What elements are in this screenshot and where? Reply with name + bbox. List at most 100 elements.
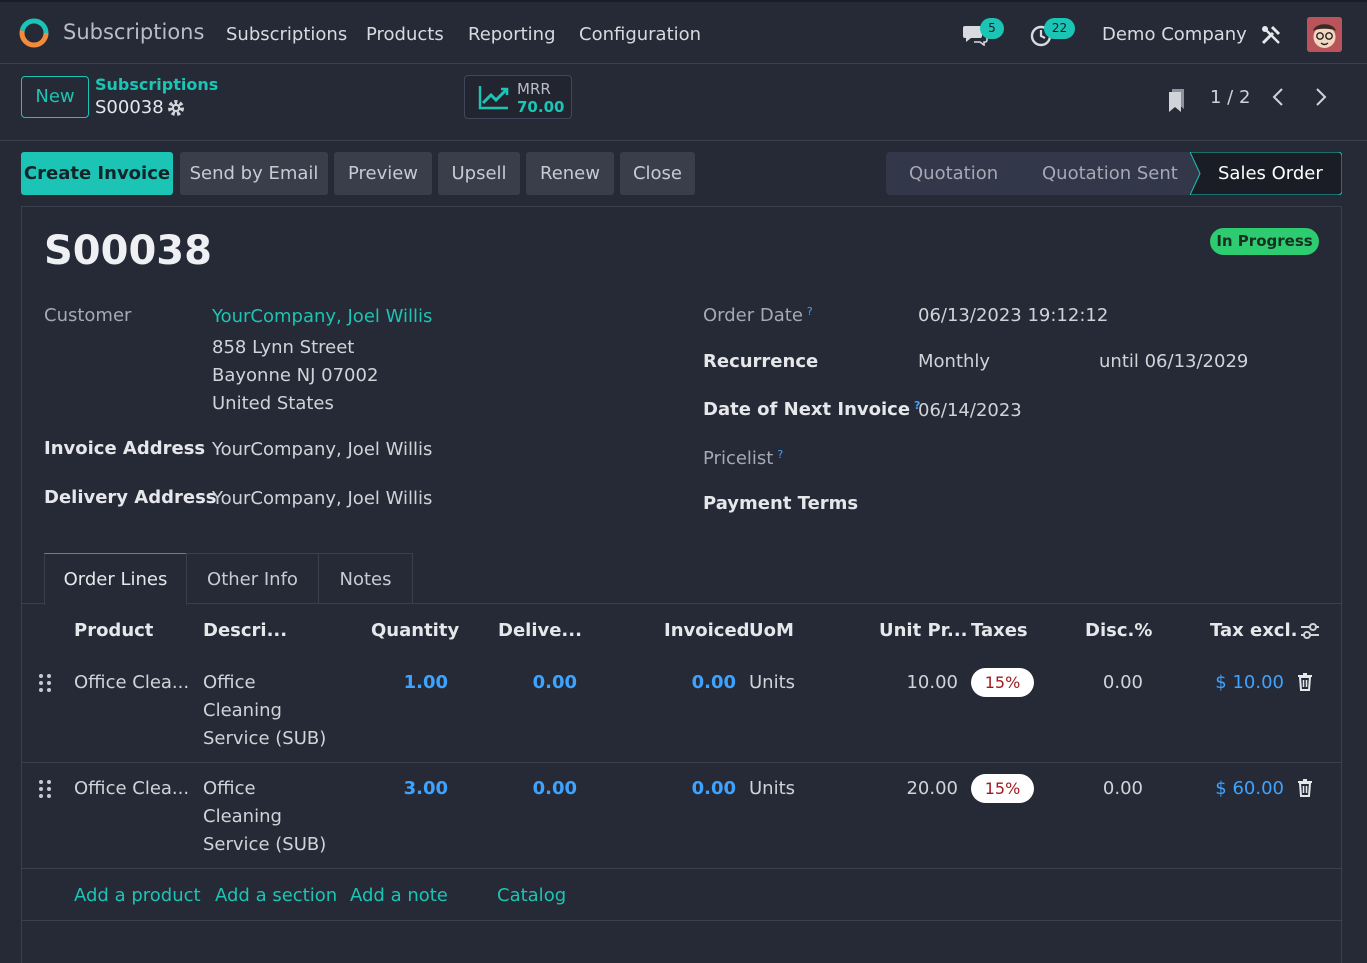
col-unit-price[interactable]: Unit Pr... <box>879 620 968 641</box>
pricelist-help-icon[interactable]: ? <box>777 448 783 461</box>
col-description[interactable]: Descri... <box>203 620 287 641</box>
record-title: S00038 <box>44 228 212 274</box>
row-description-line[interactable]: Cleaning <box>203 700 282 721</box>
row-unit-price[interactable]: 20.00 <box>880 778 958 799</box>
next-invoice-label-text: Date of Next Invoice <box>703 399 911 420</box>
row-delivered[interactable]: 0.00 <box>508 672 577 693</box>
catalog-link[interactable]: Catalog <box>497 885 566 906</box>
top-navbar: Subscriptions Subscriptions Products Rep… <box>0 0 1367 64</box>
tab-order-lines[interactable]: Order Lines <box>44 553 187 605</box>
customer-name-link[interactable]: YourCompany, Joel Willis <box>212 306 432 327</box>
row-product[interactable]: Office Clea... <box>74 672 189 693</box>
row-description-line[interactable]: Service (SUB) <box>203 834 326 855</box>
order-date-label-text: Order Date <box>703 305 803 326</box>
add-note-link[interactable]: Add a note <box>350 885 448 906</box>
delivery-address-label: Delivery Address <box>44 487 217 508</box>
delivery-address-field[interactable]: YourCompany, Joel Willis <box>212 488 432 509</box>
next-invoice-field[interactable]: 06/14/2023 <box>918 400 1022 421</box>
row-unit-price[interactable]: 10.00 <box>880 672 958 693</box>
row-delivered[interactable]: 0.00 <box>508 778 577 799</box>
close-button[interactable]: Close <box>620 152 695 195</box>
mrr-label: MRR <box>517 80 551 98</box>
menu-subscriptions[interactable]: Subscriptions <box>226 24 347 45</box>
breadcrumb-parent[interactable]: Subscriptions <box>95 75 218 94</box>
status-bar: Quotation Quotation Sent Sales Order <box>886 151 1343 196</box>
renew-button[interactable]: Renew <box>526 152 614 195</box>
row-uom[interactable]: Units <box>749 778 795 799</box>
optional-columns-icon[interactable] <box>1299 621 1321 646</box>
row-divider <box>22 762 1342 763</box>
menu-configuration[interactable]: Configuration <box>579 24 701 45</box>
row-invoiced[interactable]: 0.00 <box>668 778 736 799</box>
row-description-line[interactable]: Service (SUB) <box>203 728 326 749</box>
trash-icon[interactable] <box>1297 673 1313 696</box>
row-discount[interactable]: 0.00 <box>1070 672 1143 693</box>
col-uom[interactable]: UoM <box>749 620 794 641</box>
customer-label: Customer <box>44 305 132 326</box>
status-ribbon: In Progress <box>1210 228 1319 255</box>
company-switcher[interactable]: Demo Company <box>1102 24 1247 45</box>
create-invoice-button[interactable]: Create Invoice <box>21 152 173 195</box>
tab-other-info[interactable]: Other Info <box>186 553 319 604</box>
row-description-line[interactable]: Office <box>203 778 256 799</box>
preview-button[interactable]: Preview <box>334 152 432 195</box>
stage-quotation[interactable]: Quotation <box>909 152 998 195</box>
mrr-stat-button[interactable]: MRR 70.00 <box>464 75 572 119</box>
chart-line-icon <box>478 84 510 115</box>
row-tax-badge[interactable]: 15% <box>971 774 1034 803</box>
col-tax-excl[interactable]: Tax excl. <box>1210 620 1297 641</box>
menu-reporting[interactable]: Reporting <box>468 24 556 45</box>
col-taxes[interactable]: Taxes <box>971 620 1028 641</box>
pricelist-label-text: Pricelist <box>703 448 774 469</box>
stage-sales-order[interactable]: Sales Order <box>1218 152 1323 195</box>
order-date-help-icon[interactable]: ? <box>807 305 813 318</box>
tab-notes[interactable]: Notes <box>318 553 413 604</box>
app-title[interactable]: Subscriptions <box>63 20 204 44</box>
drag-handle-icon[interactable] <box>38 779 52 804</box>
col-delivered[interactable]: Delive... <box>498 620 582 641</box>
new-button[interactable]: New <box>21 76 89 118</box>
row-tax-badge[interactable]: 15% <box>971 668 1034 697</box>
col-product[interactable]: Product <box>74 620 153 641</box>
table-footer-divider <box>22 920 1342 921</box>
row-subtotal: $ 10.00 <box>1215 672 1284 693</box>
trash-icon[interactable] <box>1297 779 1313 802</box>
app-logo-icon[interactable] <box>18 16 50 55</box>
pager-previous-icon[interactable] <box>1270 86 1286 113</box>
mrr-value: 70.00 <box>517 98 565 116</box>
recurrence-until-field[interactable]: until 06/13/2029 <box>1099 351 1248 372</box>
gear-icon[interactable] <box>167 99 185 122</box>
drag-handle-icon[interactable] <box>38 673 52 698</box>
row-invoiced[interactable]: 0.00 <box>668 672 736 693</box>
row-description-line[interactable]: Office <box>203 672 256 693</box>
customer-address-country: United States <box>212 393 334 414</box>
next-invoice-label: Date of Next Invoice? <box>703 399 920 420</box>
row-quantity[interactable]: 1.00 <box>380 672 448 693</box>
customer-address-street: 858 Lynn Street <box>212 337 355 358</box>
send-by-email-button[interactable]: Send by Email <box>180 152 328 195</box>
row-discount[interactable]: 0.00 <box>1070 778 1143 799</box>
row-quantity[interactable]: 3.00 <box>380 778 448 799</box>
row-product[interactable]: Office Clea... <box>74 778 189 799</box>
invoice-address-field[interactable]: YourCompany, Joel Willis <box>212 439 432 460</box>
menu-products[interactable]: Products <box>366 24 444 45</box>
upsell-button[interactable]: Upsell <box>438 152 520 195</box>
order-date-field[interactable]: 06/13/2023 19:12:12 <box>918 305 1108 326</box>
bookmark-icon[interactable] <box>1166 87 1188 118</box>
control-panel: New Subscriptions S00038 MRR 70.00 1 / 2 <box>0 64 1367 141</box>
col-invoiced[interactable]: Invoiced <box>664 620 750 641</box>
row-subtotal: $ 60.00 <box>1215 778 1284 799</box>
row-uom[interactable]: Units <box>749 672 795 693</box>
recurrence-field[interactable]: Monthly <box>918 351 990 372</box>
row-description-line[interactable]: Cleaning <box>203 806 282 827</box>
pager-next-icon[interactable] <box>1313 86 1329 113</box>
debug-tools-icon[interactable] <box>1260 24 1282 51</box>
col-quantity[interactable]: Quantity <box>371 620 459 641</box>
col-discount[interactable]: Disc.% <box>1085 620 1152 641</box>
add-product-link[interactable]: Add a product <box>74 885 201 906</box>
user-avatar[interactable] <box>1307 17 1342 52</box>
add-section-link[interactable]: Add a section <box>215 885 337 906</box>
stage-quotation-sent[interactable]: Quotation Sent <box>1042 152 1178 195</box>
pager-value[interactable]: 1 / 2 <box>1210 87 1250 108</box>
customer-address-city: Bayonne NJ 07002 <box>212 365 379 386</box>
